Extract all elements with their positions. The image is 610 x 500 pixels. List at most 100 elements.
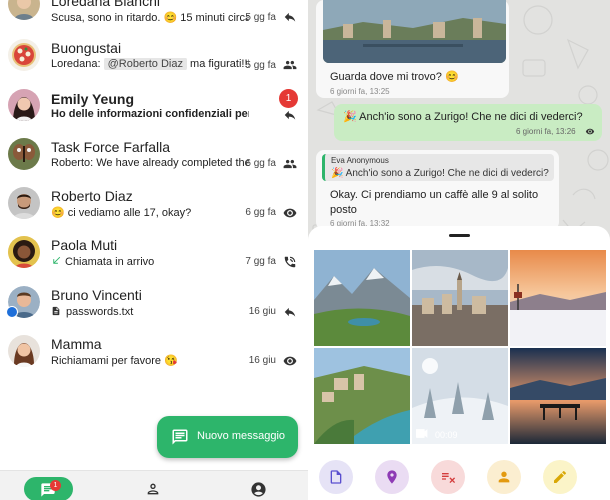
- avatar: [8, 0, 40, 20]
- group-icon: [282, 157, 298, 171]
- avatar: [8, 236, 40, 268]
- chat-pane: Guarda dove mi trovo? 😊 6 giorni fa, 13:…: [308, 0, 610, 500]
- zurich-photo[interactable]: [323, 0, 506, 63]
- quoted-message[interactable]: Eva Anonymous 🎉 Anch'io sono a Zurigo! C…: [322, 154, 554, 181]
- incoming-call-arrow-icon: [53, 256, 61, 264]
- message-time: 6 giorni fa, 13:25: [330, 87, 390, 96]
- app-root: Loredana Bianchi Scusa, sono in ritardo.…: [0, 0, 610, 500]
- conversation-preview: 😊 ci vediamo alle 17, okay?: [51, 207, 192, 219]
- quote-author: Eva Anonymous: [331, 156, 389, 165]
- conversation-list-pane: Loredana Bianchi Scusa, sono in ritardo.…: [0, 0, 308, 500]
- preview-text: passwords.txt: [66, 306, 134, 318]
- conversation-preview: Chiamata in arrivo: [51, 255, 249, 268]
- gallery-photo[interactable]: [314, 250, 410, 346]
- new-message-button[interactable]: Nuovo messaggio: [157, 416, 298, 458]
- attach-contact-button[interactable]: [487, 460, 521, 494]
- conversation-preview: Richiamami per favore 😘: [51, 355, 178, 367]
- attachment-sheet: 00:09: [308, 226, 610, 500]
- contact-icon: [498, 471, 510, 483]
- reply-icon: [282, 108, 298, 122]
- avatar: [8, 39, 40, 71]
- reply-icon: [282, 10, 298, 24]
- avatar: [8, 138, 40, 170]
- attach-file-button[interactable]: [319, 460, 353, 494]
- conversation-time: 7 gg fa: [245, 256, 276, 267]
- incoming-reply-message[interactable]: Eva Anonymous 🎉 Anch'io sono a Zurigo! C…: [316, 150, 559, 230]
- preview-text: ma figurati!!!: [186, 58, 249, 70]
- file-icon: [330, 470, 342, 484]
- conversation-name: Loredana Bianchi: [51, 0, 160, 9]
- conversation-time: 5 gg fa: [245, 12, 276, 23]
- new-message-icon: [171, 428, 189, 446]
- gallery-photo[interactable]: [314, 348, 410, 444]
- attach-location-button[interactable]: [375, 460, 409, 494]
- quote-text: 🎉 Anch'io sono a Zurigo! Che ne dici di …: [331, 168, 549, 179]
- file-icon: [52, 306, 60, 316]
- message-text: Guarda dove mi trovo? 😊: [330, 71, 459, 83]
- attach-drawing-button[interactable]: [543, 460, 577, 494]
- new-message-label: Nuovo messaggio: [197, 430, 286, 442]
- nav-chats-badge: 1: [50, 480, 61, 491]
- video-duration: 00:09: [435, 430, 458, 440]
- bottom-navigation: 1: [0, 470, 308, 500]
- incoming-photo-message[interactable]: Guarda dove mi trovo? 😊 6 giorni fa, 13:…: [316, 0, 509, 98]
- conversation-item[interactable]: Emily Yeung 1 Ho delle informazioni conf…: [0, 86, 308, 135]
- gallery-photo[interactable]: [510, 348, 606, 444]
- read-eye-icon: [584, 127, 596, 136]
- gallery-photo[interactable]: [510, 250, 606, 346]
- preview-text: Chiamata in arrivo: [65, 256, 155, 268]
- avatar: [8, 89, 40, 121]
- mention-chip: @Roberto Diaz: [103, 58, 187, 70]
- conversation-time: 6 gg fa: [245, 207, 276, 218]
- draw-icon: [554, 470, 567, 483]
- unread-badge: 1: [279, 89, 298, 108]
- gallery-video[interactable]: 00:09: [412, 348, 508, 444]
- conversation-name: Bruno Vincenti: [51, 287, 142, 303]
- conversation-item[interactable]: Roberto Diaz 😊 ci vediamo alle 17, okay?…: [0, 185, 308, 234]
- conversation-time: 16 giu: [248, 355, 276, 366]
- conversation-preview: Ho delle informazioni confidenziali per …: [51, 108, 249, 120]
- contacts-icon[interactable]: [145, 481, 161, 497]
- avatar: [6, 286, 40, 318]
- conversation-item[interactable]: Mamma Richiamami per favore 😘 16 giu: [0, 333, 308, 382]
- conversation-preview: Loredana: @Roberto Diaz ma figurati!!!: [51, 58, 249, 70]
- conversation-time: 6 gg fa: [245, 158, 276, 169]
- conversation-name: Mamma: [51, 336, 102, 352]
- location-icon: [387, 470, 397, 484]
- phone-icon: [282, 255, 298, 269]
- conversation-time: 16 giu: [248, 306, 276, 317]
- conversation-name: Roberto Diaz: [51, 188, 133, 204]
- conversation-name: Task Force Farfalla: [51, 139, 171, 155]
- conversation-preview: Roberto: We have already completed the: [51, 157, 249, 169]
- gallery-photo[interactable]: [412, 250, 508, 346]
- message-text: 🎉 Anch'io sono a Zurigo! Che ne dici di …: [343, 111, 583, 123]
- conversation-preview: Scusa, sono in ritardo. 😊 15 minuti circ…: [51, 12, 249, 24]
- video-camera-icon: [416, 429, 428, 438]
- sheet-drag-handle[interactable]: [449, 234, 470, 237]
- reply-icon: [282, 305, 298, 319]
- conversation-name: Buongustai: [51, 40, 122, 56]
- preview-sender: Loredana:: [51, 58, 104, 70]
- avatar: [8, 335, 40, 367]
- eye-icon: [282, 206, 298, 220]
- profile-icon[interactable]: [250, 481, 267, 498]
- eye-icon: [282, 354, 298, 368]
- conversation-item[interactable]: Paola Muti Chiamata in arrivo 7 gg fa: [0, 234, 308, 283]
- group-icon: [282, 58, 298, 72]
- message-time: 6 giorni fa, 13:26: [516, 127, 576, 136]
- nav-chats-tab[interactable]: 1: [24, 477, 73, 500]
- conversation-item[interactable]: Bruno Vincenti passwords.txt 16 giu: [0, 284, 308, 333]
- conversation-name: Emily Yeung: [51, 91, 134, 107]
- conversation-item[interactable]: Task Force Farfalla Roberto: We have alr…: [0, 136, 308, 185]
- conversation-preview: passwords.txt: [51, 305, 249, 318]
- avatar: [8, 187, 40, 219]
- device-badge-icon: [6, 306, 18, 318]
- poll-icon: [442, 473, 456, 483]
- conversation-item[interactable]: Loredana Bianchi Scusa, sono in ritardo.…: [0, 0, 308, 37]
- conversation-time: 5 gg fa: [245, 60, 276, 71]
- conversation-item[interactable]: Buongustai Loredana: @Roberto Diaz ma fi…: [0, 37, 308, 86]
- conversation-name: Paola Muti: [51, 237, 118, 253]
- outgoing-message[interactable]: 🎉 Anch'io sono a Zurigo! Che ne dici di …: [334, 104, 602, 141]
- attach-poll-button[interactable]: [431, 460, 465, 494]
- message-text: Okay. Ci prendiamo un caffè alle 9 al so…: [330, 189, 539, 216]
